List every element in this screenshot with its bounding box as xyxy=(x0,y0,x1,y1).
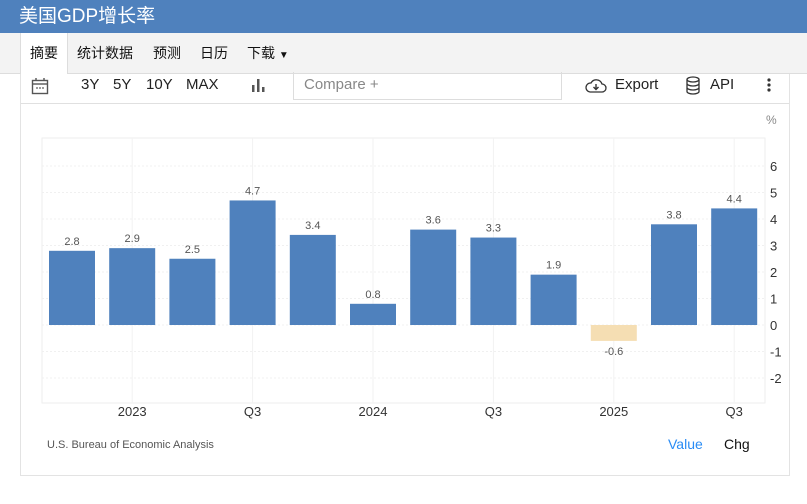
y-tick-label: 1 xyxy=(770,292,777,307)
bar-2024-q4[interactable] xyxy=(530,274,577,325)
x-tick-label: Q3 xyxy=(244,404,261,419)
data-label: 2.8 xyxy=(64,236,79,248)
y-unit-label: % xyxy=(766,113,777,127)
bar-2024-q2[interactable] xyxy=(410,229,457,325)
y-tick-label: 0 xyxy=(770,318,777,333)
y-tick-label: 3 xyxy=(770,239,777,254)
bar-2025-q2[interactable] xyxy=(651,224,697,325)
gdp-bar-chart: % 2.8 2.9 2.5 4.7 3.4 0.8 3.6 3.3 1.9 -0.6 3.8 4.4 6… xyxy=(41,113,782,419)
change-toggle[interactable]: Chg xyxy=(724,436,750,452)
data-label: 3.8 xyxy=(666,209,681,221)
bar-2023-q4[interactable] xyxy=(289,234,336,325)
data-label: 2.9 xyxy=(125,233,140,245)
x-tick-label: 2024 xyxy=(359,404,388,419)
bar-2023-q1[interactable] xyxy=(109,248,156,325)
y-tick-label: 6 xyxy=(770,159,777,174)
bar-2023-q2[interactable] xyxy=(169,258,216,325)
y-tick-label: 2 xyxy=(770,265,777,280)
bar-2022-q4[interactable] xyxy=(49,250,95,325)
bar-2025-q3[interactable] xyxy=(711,208,758,325)
data-label: 2.5 xyxy=(185,244,200,256)
bar-2024-q3[interactable] xyxy=(470,237,517,325)
x-tick-label: Q3 xyxy=(485,404,502,419)
x-tick-label: 2023 xyxy=(118,404,147,419)
data-label: 3.6 xyxy=(426,215,441,227)
y-tick-label: -1 xyxy=(770,345,782,360)
data-label: 4.4 xyxy=(727,193,742,205)
data-label: 3.4 xyxy=(305,220,320,232)
x-tick-label: Q3 xyxy=(726,404,743,419)
source-label: U.S. Bureau of Economic Analysis xyxy=(47,439,214,451)
data-label: 4.7 xyxy=(245,185,260,197)
bar-2025-q1[interactable] xyxy=(590,325,637,341)
data-label: -0.6 xyxy=(604,346,623,358)
y-tick-label: 5 xyxy=(770,186,777,201)
data-label: 1.9 xyxy=(546,260,561,272)
data-label: 3.3 xyxy=(486,223,501,235)
x-tick-label: 2025 xyxy=(599,404,628,419)
data-label: 0.8 xyxy=(365,289,380,301)
value-toggle[interactable]: Value xyxy=(668,436,703,452)
bar-2024-q1[interactable] xyxy=(350,303,396,325)
y-tick-label: -2 xyxy=(770,371,782,386)
bar-2023-q3[interactable] xyxy=(229,200,276,325)
y-tick-label: 4 xyxy=(770,212,777,227)
